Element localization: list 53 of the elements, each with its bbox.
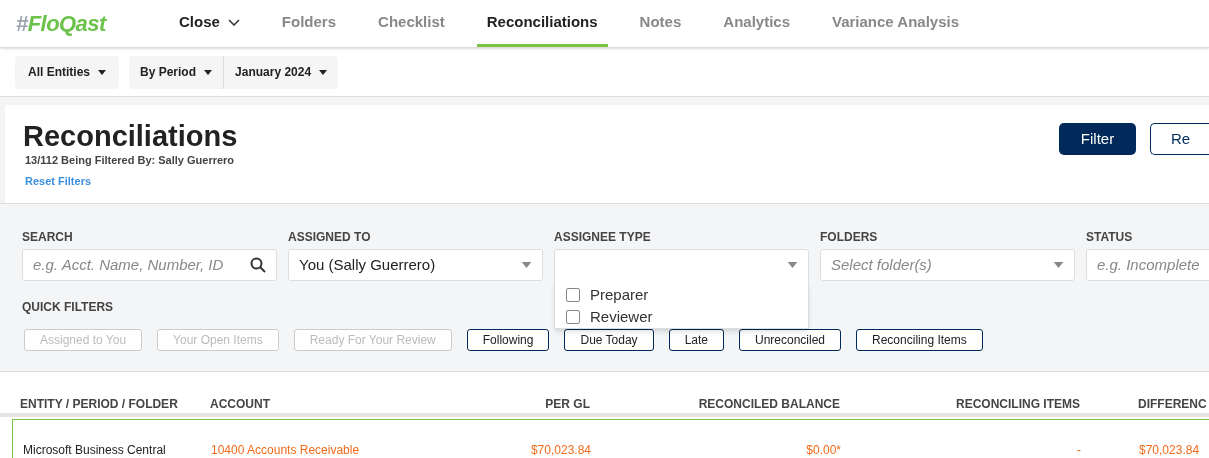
period-dropdown[interactable]: January 2024 bbox=[224, 55, 339, 89]
dropdown-option[interactable]: Reviewer bbox=[555, 306, 808, 328]
chevron-down-icon bbox=[227, 18, 240, 26]
quick-filter-button[interactable]: Late bbox=[668, 329, 724, 351]
quick-filter-button[interactable]: Following bbox=[466, 329, 550, 351]
caret-icon bbox=[98, 69, 106, 75]
select-field[interactable] bbox=[554, 249, 809, 281]
quick-filters-label: QUICK FILTERS bbox=[22, 299, 114, 316]
column-header: RECONCILING ITEMS bbox=[955, 396, 1080, 413]
nav-tab[interactable]: Variance Analysis bbox=[822, 0, 970, 47]
checkbox[interactable] bbox=[566, 288, 580, 302]
filter-label: SEARCH bbox=[22, 229, 74, 246]
filter-button[interactable]: Filter bbox=[1059, 123, 1136, 155]
nav-tab[interactable]: Analytics bbox=[713, 0, 800, 47]
nav-tab[interactable]: Folders bbox=[271, 0, 347, 47]
nav-tab[interactable]: Close bbox=[169, 0, 250, 47]
select-field[interactable]: Select folder(s) bbox=[820, 249, 1075, 281]
column-header: DIFFERENC bbox=[1137, 396, 1207, 413]
table-cell-text: Microsoft Business Central bbox=[23, 442, 167, 458]
table-cell-text: $70,023.84 bbox=[1138, 442, 1201, 458]
input-field[interactable]: e.g. Incomplete bbox=[1086, 249, 1209, 281]
column-header: ACCOUNT bbox=[210, 396, 271, 413]
nav-tab[interactable]: Checklist bbox=[368, 0, 455, 47]
caret-icon bbox=[204, 69, 213, 75]
nav-tab[interactable]: Reconciliations bbox=[476, 0, 608, 47]
nav-tab[interactable]: Notes bbox=[629, 0, 692, 47]
filter-summary: 13/112 Being Filtered By: Sally Guerrero bbox=[25, 153, 236, 168]
filter-label: ASSIGNEE TYPE bbox=[554, 229, 652, 246]
filter-label: FOLDERS bbox=[820, 229, 879, 246]
quick-filter-button[interactable]: Reconciling Items bbox=[856, 329, 983, 351]
table-cell-text: $70,023.84 bbox=[529, 442, 591, 458]
period-mode-dropdown[interactable]: By Period bbox=[129, 55, 225, 89]
quick-filter-button[interactable]: Unreconciled bbox=[739, 329, 842, 351]
page-title: Reconciliations bbox=[23, 119, 238, 153]
checkbox[interactable] bbox=[566, 310, 580, 324]
search-field[interactable]: e.g. Acct. Name, Number, ID bbox=[22, 249, 277, 281]
search-icon bbox=[250, 257, 266, 273]
caret-icon bbox=[787, 262, 798, 268]
column-header: PER GL bbox=[544, 396, 590, 413]
caret-icon bbox=[1053, 262, 1064, 268]
column-header: RECONCILED BALANCE bbox=[697, 396, 840, 413]
column-header: ENTITY / PERIOD / FOLDER bbox=[20, 396, 179, 413]
table-cell-text: - bbox=[1076, 442, 1081, 458]
caret-icon bbox=[319, 69, 328, 75]
filter-label: ASSIGNED TO bbox=[288, 229, 372, 246]
entities-dropdown[interactable]: All Entities bbox=[15, 55, 119, 89]
dropdown-option[interactable]: Preparer bbox=[555, 284, 808, 306]
caret-icon bbox=[521, 262, 532, 268]
filter-label: STATUS bbox=[1086, 229, 1134, 246]
quick-filter-button[interactable]: Due Today bbox=[564, 329, 654, 351]
select-field[interactable]: You (Sally Guerrero) bbox=[288, 249, 543, 281]
secondary-button[interactable]: Re bbox=[1150, 123, 1209, 155]
table-cell-text: $0.00* bbox=[805, 442, 841, 458]
